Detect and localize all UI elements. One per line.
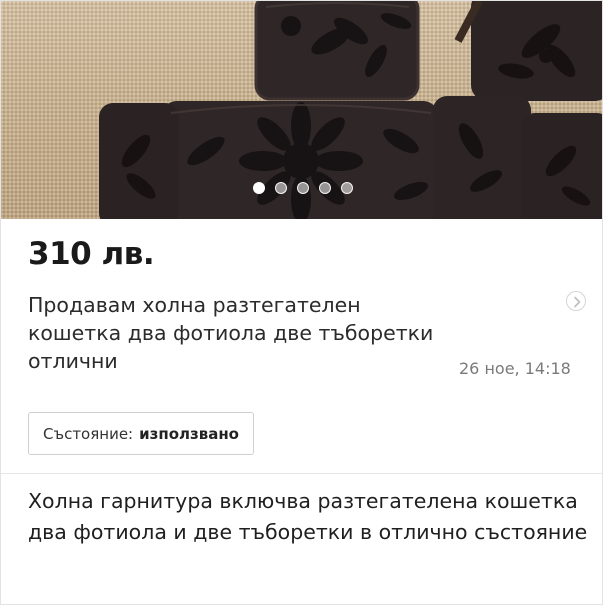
pagination-dot-5[interactable] [340,182,353,194]
condition-label: Състояние: [43,424,134,443]
listing-card: 310 лв. Продавам холна разтегателен коше… [0,0,603,605]
condition-badge: Състояние: използвано [28,412,254,455]
listing-photo[interactable] [1,1,602,219]
listing-description: Холна гарнитура включва разтегателена ко… [28,489,588,544]
pagination-dot-2[interactable] [274,182,287,194]
photo-pagination [1,182,602,194]
pagination-dot-1[interactable] [252,182,265,194]
chevron-right-icon[interactable] [566,291,586,311]
section-divider [1,473,602,474]
listing-price: 310 лв. [28,236,155,272]
pagination-dot-3[interactable] [296,182,309,194]
listing-date: 26 ное, 14:18 [459,359,571,378]
pagination-dot-4[interactable] [318,182,331,194]
condition-value: използвано [139,424,239,443]
listing-title[interactable]: Продавам холна разтегателен кошетка два … [28,291,438,375]
